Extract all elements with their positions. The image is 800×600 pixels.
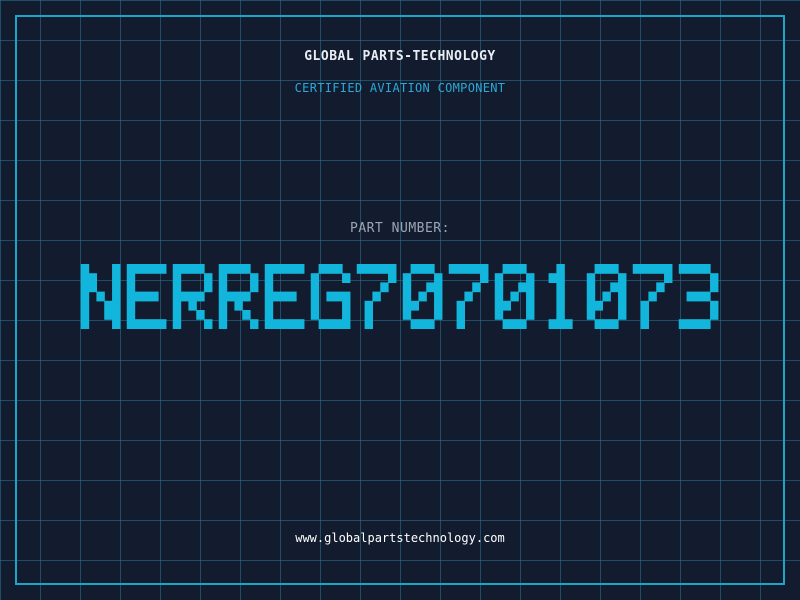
certification-tagline: CERTIFIED AVIATION COMPONENT [294, 81, 506, 95]
part-number-char [264, 264, 305, 329]
part-number-char [218, 264, 259, 329]
part-number-char [586, 264, 627, 329]
part-number-char [80, 264, 121, 329]
part-number-char [448, 264, 489, 329]
website-url[interactable]: www.globalpartstechnology.com [0, 531, 800, 545]
part-number-char [356, 264, 397, 329]
part-number-value [0, 262, 800, 332]
part-number-glyphs [80, 264, 719, 329]
company-name: GLOBAL PARTS-TECHNOLOGY [304, 49, 496, 64]
part-number-char [310, 264, 351, 329]
part-number-char [172, 264, 213, 329]
part-number-char [126, 264, 167, 329]
part-number-char [632, 264, 673, 329]
part-number-char [494, 264, 535, 329]
part-number-char [402, 264, 443, 329]
label-card: GLOBAL PARTS-TECHNOLOGY CERTIFIED AVIATI… [0, 0, 800, 600]
part-number-char [548, 264, 573, 329]
part-number-char [678, 264, 719, 329]
part-number-label: PART NUMBER: [350, 221, 450, 236]
